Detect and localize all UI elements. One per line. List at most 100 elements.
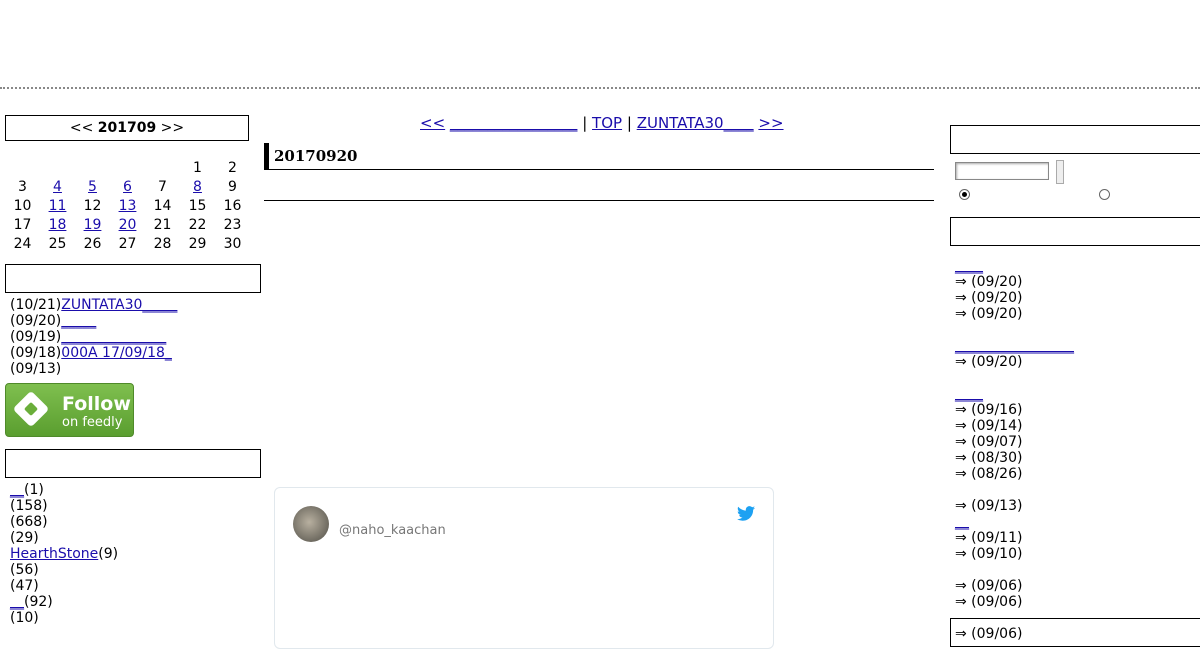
comment-entry-link[interactable]: ____ <box>955 386 983 402</box>
comment-entry-title: ____ <box>955 386 1074 402</box>
entry-date: 20170920 <box>274 147 358 165</box>
comment-item[interactable]: ⇒ (09/10) <box>955 546 1074 562</box>
calendar-week: 24 25 26 27 28 29 30 <box>5 234 250 253</box>
twitter-bird-icon[interactable] <box>737 506 755 521</box>
calendar-day: 22 <box>188 216 207 233</box>
recent-post-date: (10/21) <box>10 297 62 313</box>
calendar-day-link[interactable]: 20 <box>119 217 137 233</box>
recent-post-item: (10/21)ZUNTATA30_____ <box>10 297 177 313</box>
embedded-tweet[interactable]: @naho_kaachan <box>274 487 774 649</box>
recent-post-link[interactable]: 000A 17/09/18_ <box>61 345 172 361</box>
recent-post-date: (09/20) <box>10 313 62 329</box>
recent-post-link[interactable]: _______________ <box>61 329 166 345</box>
calendar-day <box>5 158 40 177</box>
category-item: (158) <box>10 498 118 514</box>
calendar-day[interactable]: 20 <box>110 215 145 234</box>
tweet-handle[interactable]: @naho_kaachan <box>339 523 446 538</box>
top-link[interactable]: TOP <box>592 114 622 132</box>
calendar-prev-link[interactable]: << <box>70 120 93 136</box>
comment-item[interactable]: ⇒ (09/20) <box>955 354 1074 370</box>
feedly-on-label: on feedly <box>62 415 123 430</box>
calendar-day-link[interactable]: 5 <box>88 179 97 195</box>
entry-navigation: << _________________ | TOP | ZUNTATA30__… <box>420 114 784 132</box>
sidebar-box <box>950 618 1200 647</box>
calendar-day[interactable]: 18 <box>40 215 75 234</box>
comment-item[interactable]: ⇒ (09/16) <box>955 402 1074 418</box>
calendar-day: 26 <box>83 235 102 252</box>
category-count: (56) <box>10 562 39 578</box>
comment-item[interactable]: ⇒ (09/14) <box>955 418 1074 434</box>
category-link[interactable]: HearthStone <box>10 546 98 562</box>
calendar-day[interactable]: 6 <box>110 177 145 196</box>
comment-item[interactable]: ⇒ (09/13) <box>955 498 1074 514</box>
search-scope-radio-2[interactable] <box>1099 189 1110 200</box>
next-entry-link[interactable]: ZUNTATA30____ <box>637 114 754 132</box>
comment-entry-title: _________________ <box>955 338 1074 354</box>
calendar-day: 15 <box>188 197 207 214</box>
calendar-day-link[interactable]: 8 <box>193 179 202 195</box>
calendar-next-link[interactable]: >> <box>161 120 184 136</box>
comment-item[interactable]: ⇒ (08/26) <box>955 466 1074 482</box>
category-item: (47) <box>10 578 118 594</box>
comment-entry-link[interactable]: _________________ <box>955 338 1074 354</box>
calendar-day[interactable]: 19 <box>75 215 110 234</box>
calendar-day-link[interactable]: 4 <box>53 179 62 195</box>
recent-post-date: (09/13) <box>10 361 62 377</box>
calendar-day: 29 <box>188 235 207 252</box>
calendar-day: 25 <box>48 235 67 252</box>
feedly-icon <box>12 390 50 428</box>
recent-post-link[interactable]: ZUNTATA30_____ <box>61 297 177 313</box>
category-count: (668) <box>10 514 48 530</box>
search-button[interactable] <box>1056 160 1064 184</box>
search-input[interactable] <box>955 162 1049 180</box>
comment-entry-link[interactable]: __ <box>955 514 969 530</box>
calendar-day-link[interactable]: 13 <box>119 198 137 214</box>
search-header <box>950 125 1200 154</box>
comment-item[interactable]: ⇒ (09/20) <box>955 306 1074 322</box>
calendar-day <box>75 158 110 177</box>
calendar-day: 28 <box>153 235 172 252</box>
calendar-day[interactable]: 13 <box>110 196 145 215</box>
calendar-month: 201709 <box>97 120 157 136</box>
calendar-week: 17 18 19 20 21 22 23 <box>5 215 250 234</box>
calendar-week: 10 11 12 13 14 15 16 <box>5 196 250 215</box>
calendar-day[interactable]: 8 <box>180 177 215 196</box>
calendar-day[interactable]: 5 <box>75 177 110 196</box>
comment-item[interactable]: ⇒ (09/20) <box>955 290 1074 306</box>
calendar-day: 30 <box>223 235 242 252</box>
comment-item[interactable]: ⇒ (09/06) <box>955 594 1074 610</box>
comment-item[interactable]: ⇒ (09/20) <box>955 274 1074 290</box>
categories-list: __(1) (158) (668) (29) HearthStone(9) (56) (47… <box>10 482 118 626</box>
calendar-week: 3 4 5 6 7 8 9 <box>5 177 250 196</box>
calendar-day: 21 <box>153 216 172 233</box>
categories-header <box>5 449 261 478</box>
comment-item[interactable]: ⇒ (09/07) <box>955 434 1074 450</box>
calendar-week: 12 <box>5 158 250 177</box>
next-entry-arrow[interactable]: >> <box>758 114 783 132</box>
recent-post-date: (09/19) <box>10 329 62 345</box>
comment-entry-link[interactable]: ____ <box>955 258 983 274</box>
calendar-day[interactable]: 11 <box>40 196 75 215</box>
calendar-day-link[interactable]: 6 <box>123 179 132 195</box>
calendar-day: 3 <box>18 178 27 195</box>
comment-item[interactable]: ⇒ (09/06) <box>955 578 1074 594</box>
prev-entry-link[interactable]: _________________ <box>450 114 578 132</box>
category-item: __(92) <box>10 594 118 610</box>
avatar[interactable] <box>293 506 329 542</box>
calendar-day-link[interactable]: 18 <box>49 217 67 233</box>
calendar-day[interactable]: 4 <box>40 177 75 196</box>
recent-post-link[interactable]: _____ <box>61 313 96 329</box>
comment-item[interactable]: ⇒ (09/11) <box>955 530 1074 546</box>
comment-entry-title: ____ <box>955 258 1074 274</box>
prev-entry-arrow[interactable]: << <box>420 114 445 132</box>
comment-item[interactable]: ⇒ (08/30) <box>955 450 1074 466</box>
category-link[interactable]: __ <box>10 482 24 498</box>
follow-feedly-button[interactable]: Follow on feedly <box>5 383 134 437</box>
calendar-day-link[interactable]: 11 <box>49 198 67 214</box>
category-link[interactable]: __ <box>10 594 24 610</box>
recent-post-item: (09/13) <box>10 361 177 377</box>
calendar-day-link[interactable]: 19 <box>84 217 102 233</box>
search-scope-radio-1[interactable] <box>959 189 970 200</box>
